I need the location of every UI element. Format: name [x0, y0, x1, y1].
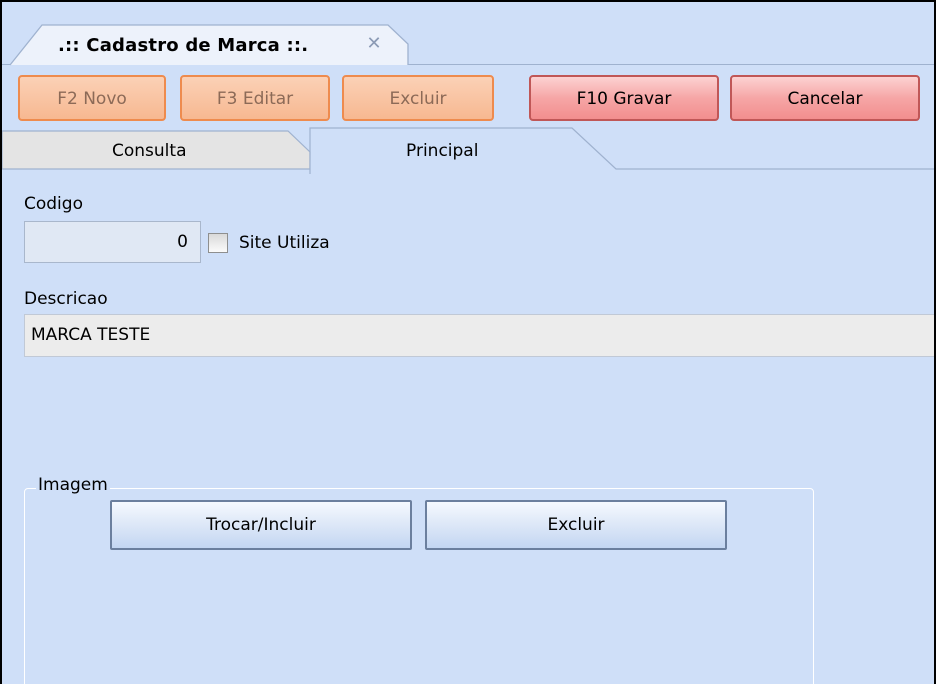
cancelar-button[interactable]: Cancelar	[730, 75, 920, 121]
site-utiliza-label: Site Utiliza	[239, 233, 330, 253]
codigo-label: Codigo	[24, 194, 83, 214]
site-utiliza-checkbox[interactable]	[208, 233, 228, 253]
gravar-button[interactable]: F10 Gravar	[529, 75, 719, 121]
page-tab-bar: Consulta Principal	[2, 126, 934, 174]
descricao-label: Descricao	[24, 289, 108, 309]
document-tab-title: .:: Cadastro de Marca ::.	[58, 35, 309, 56]
toolbar: F2 Novo F3 Editar Excluir F10 Gravar Can…	[2, 72, 934, 122]
descricao-field[interactable]: MARCA TESTE	[24, 314, 934, 357]
novo-button[interactable]: F2 Novo	[18, 75, 166, 121]
codigo-field[interactable]: 0	[24, 221, 201, 263]
tab-principal[interactable]: Principal	[406, 141, 478, 161]
window-frame: .:: Cadastro de Marca ::. ✕ F2 Novo F3 E…	[0, 0, 936, 684]
close-icon[interactable]: ✕	[364, 34, 384, 54]
document-tab[interactable]: .:: Cadastro de Marca ::. ✕	[10, 24, 409, 66]
excluir-button[interactable]: Excluir	[342, 75, 494, 121]
document-tab-strip: .:: Cadastro de Marca ::. ✕	[2, 2, 934, 66]
tab-consulta[interactable]: Consulta	[112, 141, 186, 161]
editar-button[interactable]: F3 Editar	[180, 75, 330, 121]
excluir-imagem-button[interactable]: Excluir	[425, 500, 727, 550]
imagem-legend: Imagem	[36, 475, 110, 495]
trocar-incluir-button[interactable]: Trocar/Incluir	[110, 500, 412, 550]
